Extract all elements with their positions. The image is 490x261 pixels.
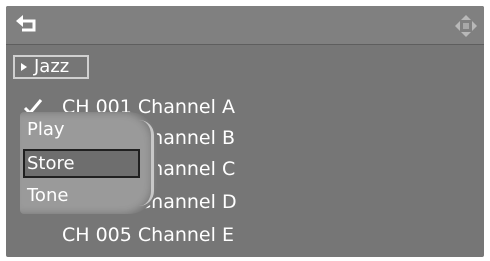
channel-item[interactable]: CH 005 Channel E bbox=[62, 220, 362, 250]
back-arrow-icon[interactable] bbox=[14, 12, 40, 36]
category-label: Jazz bbox=[34, 56, 70, 77]
context-menu: Play Store Tone bbox=[20, 112, 158, 214]
top-bar bbox=[6, 6, 484, 45]
menu-item-tone[interactable]: Tone bbox=[23, 182, 140, 211]
category-selector[interactable]: Jazz bbox=[13, 55, 89, 79]
radio-screen: Jazz CH 001 Channel A CH 002 Channel B C… bbox=[6, 6, 484, 257]
menu-item-store[interactable]: Store bbox=[23, 149, 140, 178]
menu-item-play[interactable]: Play bbox=[23, 116, 140, 145]
menu-curve-edge bbox=[139, 120, 154, 206]
triangle-right-icon bbox=[21, 63, 27, 71]
category-bar: Jazz bbox=[6, 45, 484, 89]
nav-controller-icon bbox=[455, 15, 477, 37]
